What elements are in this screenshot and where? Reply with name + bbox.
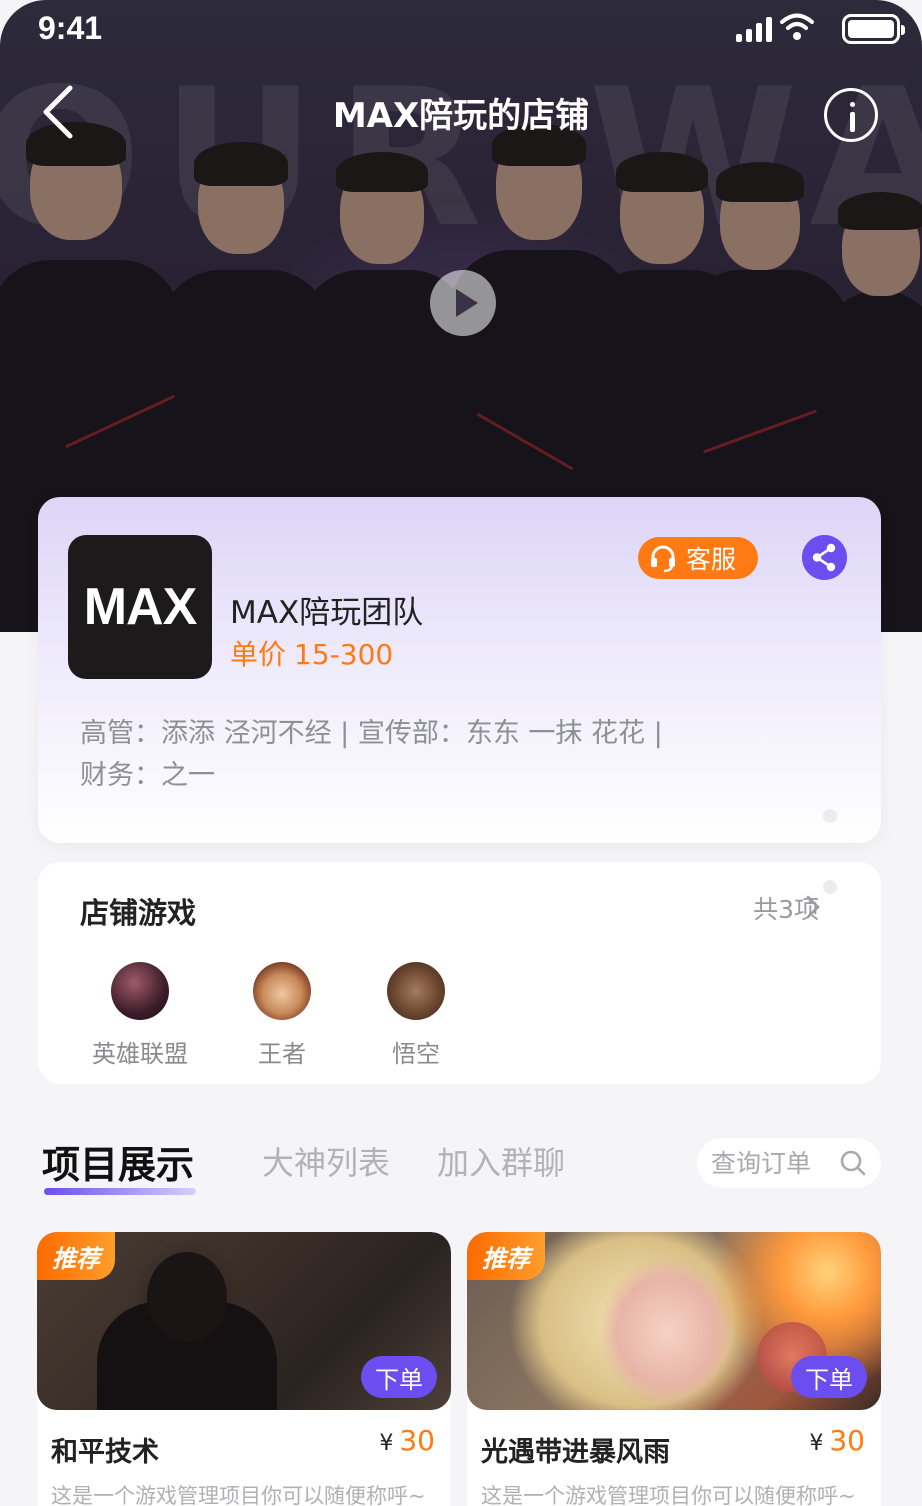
order-button[interactable]: 下单 <box>361 1356 437 1398</box>
share-icon[interactable] <box>802 535 847 580</box>
status-time: 9:41 <box>38 10 103 46</box>
status-bar: 9:41 <box>0 0 922 58</box>
product-price: ¥30 <box>809 1424 865 1457</box>
shop-price: 单价 15-300 <box>230 633 393 673</box>
order-search-input[interactable] <box>711 1148 831 1178</box>
game-avatar <box>111 962 169 1020</box>
recommended-badge: 推荐 <box>37 1232 115 1280</box>
shop-name: MAX陪玩团队 <box>230 595 424 631</box>
game-avatar <box>387 962 445 1020</box>
active-tab-indicator <box>44 1188 196 1195</box>
product-description: 这是一个游戏管理项目你可以随便称呼~ <box>481 1484 856 1506</box>
currency-symbol: ¥ <box>809 1431 824 1456</box>
price-range: 15-300 <box>294 638 394 671</box>
price-label: 单价 <box>230 638 287 671</box>
tab-projects[interactable]: 项目展示 <box>42 1134 194 1189</box>
product-description: 这是一个游戏管理项目你可以随便称呼~ <box>51 1484 426 1506</box>
currency-symbol: ¥ <box>379 1431 394 1456</box>
chevron-right-icon[interactable] <box>805 894 821 920</box>
game-item-lol[interactable]: 英雄联盟 <box>80 962 200 1069</box>
shop-games-card: 店铺游戏 共3项 英雄联盟 王者 悟空 <box>38 862 881 1084</box>
order-button[interactable]: 下单 <box>791 1356 867 1398</box>
game-item-wukong[interactable]: 悟空 <box>356 962 476 1069</box>
shop-info-card: MAX MAX陪玩团队 单价 15-300 客服 高管：添添 泾河不经 | 宣传部… <box>38 497 881 843</box>
staff-line-2: 财务：之一 <box>80 760 215 791</box>
product-card[interactable]: 推荐 下单 光遇带进暴风雨 ¥30 这是一个游戏管理项目你可以随便称呼~ <box>467 1232 881 1506</box>
product-price: ¥30 <box>379 1424 435 1457</box>
headset-icon <box>651 545 675 573</box>
page-title: MAX陪玩的店铺 <box>332 96 590 136</box>
shop-logo: MAX <box>68 535 212 679</box>
game-avatar <box>253 962 311 1020</box>
decorative-dot <box>823 809 837 823</box>
wifi-icon <box>780 13 814 40</box>
price-value: 30 <box>399 1424 435 1457</box>
tab-masters[interactable]: 大神列表 <box>262 1138 390 1184</box>
games-title: 店铺游戏 <box>80 896 197 930</box>
product-title: 和平技术 <box>51 1437 159 1468</box>
customer-service-label: 客服 <box>686 545 737 574</box>
game-label: 王者 <box>258 1040 306 1068</box>
game-item-honor-of-kings[interactable]: 王者 <box>222 962 342 1069</box>
play-video-button[interactable] <box>430 270 496 336</box>
game-label: 悟空 <box>392 1040 440 1068</box>
product-card[interactable]: 推荐 下单 和平技术 ¥30 这是一个游戏管理项目你可以随便称呼~ <box>37 1232 451 1506</box>
decorative-dot <box>823 880 837 894</box>
tab-join-group[interactable]: 加入群聊 <box>437 1138 565 1184</box>
staff-list: 高管：添添 泾河不经 | 宣传部：东东 一抹 花花 | 财务：之一 <box>80 713 780 797</box>
recommended-badge: 推荐 <box>467 1232 545 1280</box>
customer-service-button[interactable]: 客服 <box>638 537 758 579</box>
battery-icon <box>842 14 905 44</box>
game-label: 英雄联盟 <box>92 1040 188 1068</box>
search-icon[interactable] <box>839 1149 867 1177</box>
order-search-box[interactable] <box>697 1138 881 1188</box>
info-icon[interactable] <box>824 88 878 142</box>
cellular-signal-icon <box>736 16 772 42</box>
staff-line-1: 高管：添添 泾河不经 | 宣传部：东东 一抹 花花 | <box>80 718 663 749</box>
product-title: 光遇带进暴风雨 <box>481 1437 670 1468</box>
price-value: 30 <box>829 1424 865 1457</box>
